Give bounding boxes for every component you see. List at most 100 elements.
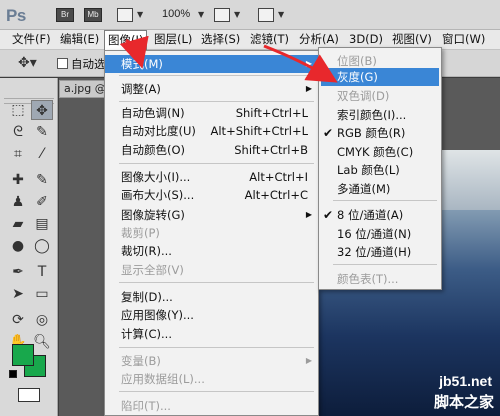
image-menu-item[interactable]: 模式(M) ▶ [105,55,318,73]
3d-rotate-icon[interactable]: ⟳ [7,310,29,330]
image-menu-item[interactable]: 图像大小(I)... Alt+Ctrl+I [105,168,318,186]
image-menu-item-shortcut: Alt+Ctrl+I [249,170,308,184]
eraser-icon[interactable]: ▰ [7,214,29,234]
clone-stamp-icon[interactable]: ♟ [7,192,29,212]
menu-file[interactable]: 文件(F) [9,30,54,49]
image-menu-item[interactable]: 裁切(R)... [105,242,318,260]
mode-submenu: 位图(B) 灰度(G) 双色调(D) 索引颜色(I)... ✔ RGB 颜色(R) CMYK… [318,47,442,290]
photoshop-logo: Ps [6,6,26,25]
submenu-arrow-icon: ▶ [305,356,312,365]
mode-menu-item[interactable]: Lab 颜色(L) [319,161,441,179]
image-menu-item[interactable]: 画布大小(S)... Alt+Ctrl+C [105,186,318,204]
mode-menu-item[interactable]: 16 位/通道(N) [319,225,441,243]
image-menu-item-label: 自动色调(N) [121,106,185,120]
image-menu-item[interactable]: 自动颜色(O) Shift+Ctrl+B [105,141,318,159]
image-menu-item[interactable]: 应用图像(Y)... [105,306,318,324]
image-menu-item-label: 复制(D)... [121,290,173,304]
blur-icon[interactable]: ● [7,236,29,256]
screen-mode-icon[interactable] [258,8,274,22]
mode-menu-item-label: 索引颜色(I)... [337,108,407,122]
bridge-button[interactable]: Br [56,8,74,22]
pen-tool-icon[interactable]: ✒ [7,262,29,282]
menu-select[interactable]: 选择(S) [198,30,243,49]
image-menu-item[interactable]: 图像旋转(G) ▶ [105,206,318,224]
zoom-tool-icon[interactable]: 🔍︎ [31,332,53,352]
mode-menu-item[interactable]: 灰度(G) [321,68,439,86]
menu-edit[interactable]: 编辑(E) [57,30,102,49]
mode-menu-item-label: 颜色表(T)... [337,272,399,286]
mode-menu-item[interactable]: 32 位/通道(H) [319,243,441,261]
type-tool-icon[interactable]: T [31,262,53,282]
image-menu-item-label: 图像大小(I)... [121,170,191,184]
image-menu-item[interactable]: 自动色调(N) Shift+Ctrl+L [105,104,318,122]
image-menu-item-label: 画布大小(S)... [121,188,195,202]
mode-menu-item-label: 16 位/通道(N) [337,227,412,241]
mode-menu-item[interactable]: CMYK 颜色(C) [319,143,441,161]
move-tool-preset-icon[interactable]: ✥▾ [18,55,37,71]
healing-brush-icon[interactable]: ✚ [7,170,29,190]
mode-menu-item[interactable]: ✔ RGB 颜色(R) [319,124,441,142]
3d-orbit-icon[interactable]: ◎ [31,310,53,330]
image-menu-item: 陷印(T)... [105,397,318,415]
view-extras-icon[interactable] [117,8,133,22]
menu-image[interactable]: 图像(I) [104,30,148,50]
mode-menu-item: 颜色表(T)... [319,270,441,288]
magic-wand-icon[interactable]: ✎ [31,122,53,142]
auto-select-checkbox[interactable] [57,58,68,69]
menu-filter[interactable]: 滤镜(T) [247,30,292,49]
menu-separator [119,347,314,348]
menu-separator [119,282,314,283]
watermark-url: jb51.net [439,373,492,389]
mode-menu-item[interactable]: 索引颜色(I)... [319,106,441,124]
foreground-color-swatch[interactable] [12,344,34,366]
gradient-icon[interactable]: ▤ [31,214,53,234]
chevron-down-icon[interactable]: ▼ [278,10,284,19]
chevron-down-icon[interactable]: ▼ [234,10,240,19]
app-bar: Ps Br Mb ▼ 100% ▼ ▼ ▼ [0,0,500,30]
submenu-arrow-icon: ▶ [305,210,312,219]
path-select-icon[interactable]: ➤ [7,284,29,304]
image-menu-item[interactable]: 调整(A) ▶ [105,80,318,98]
quick-mask-icon[interactable] [18,388,40,402]
minibridge-button[interactable]: Mb [84,8,102,22]
image-menu-item-shortcut: Shift+Ctrl+L [235,106,308,120]
mode-menu-item-label: 8 位/通道(A) [337,208,404,222]
image-menu-item[interactable]: 复制(D)... [105,288,318,306]
menu-separator [119,101,314,102]
crop-tool-icon[interactable]: ⌗ [7,144,29,164]
history-brush-icon[interactable]: ✐ [31,192,53,212]
lasso-tool-icon[interactable]: ᘓ [7,122,29,142]
image-menu-item-shortcut: Alt+Shift+Ctrl+L [210,124,309,138]
brush-icon[interactable]: ✎ [31,170,53,190]
mode-menu-item[interactable]: ✔ 8 位/通道(A) [319,206,441,224]
menu-separator [333,200,437,201]
image-menu-item[interactable]: 自动对比度(U) Alt+Shift+Ctrl+L [105,122,318,140]
submenu-arrow-icon: ▶ [305,59,312,68]
image-menu-item-label: 陷印(T)... [121,399,171,413]
image-menu-item-label: 裁剪(P) [121,226,160,240]
menu-separator [333,264,437,265]
shape-tool-icon[interactable]: ▭ [31,284,53,304]
dodge-icon[interactable]: ◯ [31,236,53,256]
submenu-arrow-icon: ▶ [305,84,312,93]
mode-menu-item-label: RGB 颜色(R) [337,126,406,140]
image-menu-item-label: 自动对比度(U) [121,124,196,138]
zoom-level[interactable]: 100% [162,8,190,20]
marquee-tool-icon[interactable]: ⬚ [7,100,29,120]
zoom-dropdown-icon[interactable]: ▼ [198,10,204,19]
arrange-documents-icon[interactable] [214,8,230,22]
menu-layer[interactable]: 图层(L) [151,30,195,49]
menu-window[interactable]: 窗口(W) [439,30,488,49]
eyedropper-icon[interactable]: ⁄ [31,144,53,164]
image-menu-item-label: 应用数据组(L)... [121,372,205,386]
image-menu-item-shortcut: Alt+Ctrl+C [244,188,308,202]
image-menu-item-label: 变量(B) [121,354,161,368]
chevron-down-icon[interactable]: ▼ [137,10,143,19]
default-colors-icon[interactable] [9,370,17,378]
image-menu-item: 变量(B) ▶ [105,352,318,370]
image-menu-item-label: 计算(C)... [121,327,172,341]
image-menu-item[interactable]: 计算(C)... [105,325,318,343]
move-tool-icon[interactable]: ✥ [31,100,53,120]
mode-menu-item[interactable]: 多通道(M) [319,180,441,198]
mode-menu-item-label: CMYK 颜色(C) [337,145,414,159]
